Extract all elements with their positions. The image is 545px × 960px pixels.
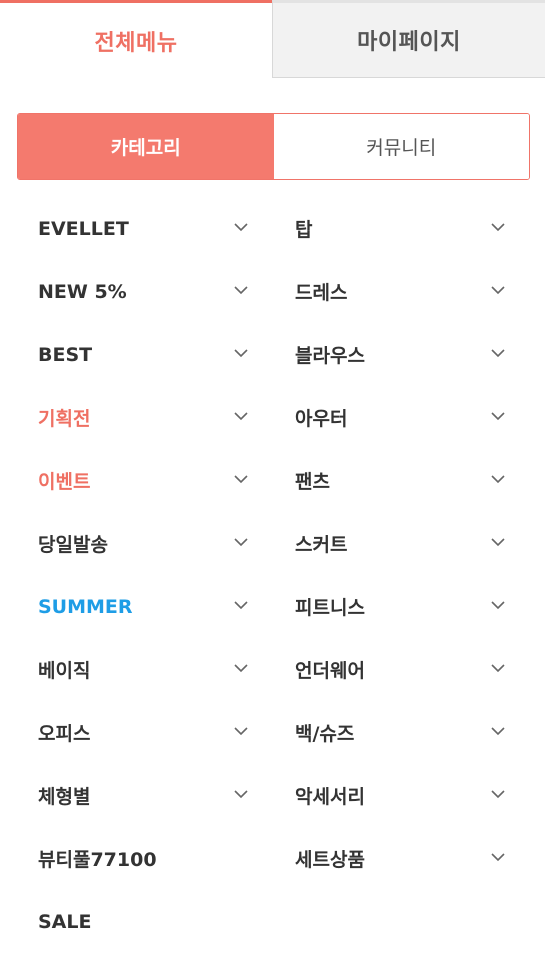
menu-row: 베이직 언더웨어 xyxy=(0,638,545,701)
menu-item-label: 이벤트 xyxy=(38,471,91,493)
menu-row: 기획전 아우터 xyxy=(0,386,545,449)
chevron-down-icon[interactable] xyxy=(490,347,506,359)
chevron-down-icon[interactable] xyxy=(490,725,506,737)
menu-item-right[interactable]: 피트니스 xyxy=(295,575,510,638)
community-button[interactable]: 커뮤니티 xyxy=(273,114,529,179)
chevron-down-icon[interactable] xyxy=(490,284,506,296)
menu-item-left[interactable]: 이벤트 xyxy=(38,449,253,512)
chevron-down-icon[interactable] xyxy=(490,536,506,548)
menu-item-label: 세트상품 xyxy=(295,849,365,871)
menu-row: SUMMER 피트니스 xyxy=(0,575,545,638)
menu-row: NEW 5% 드레스 xyxy=(0,260,545,323)
chevron-down-icon[interactable] xyxy=(233,725,249,737)
menu-item-label: 블라우스 xyxy=(295,345,365,367)
menu-row: 오피스 백/슈즈 xyxy=(0,701,545,764)
menu-item-label: 뷰티풀77100 xyxy=(38,849,157,871)
menu-item-right[interactable]: 아우터 xyxy=(295,386,510,449)
chevron-down-icon[interactable] xyxy=(233,536,249,548)
menu-item-left[interactable]: 당일발송 xyxy=(38,512,253,575)
menu-item-right[interactable]: 팬츠 xyxy=(295,449,510,512)
category-community-switch: 카테고리 커뮤니티 xyxy=(17,113,530,180)
menu-item-label: 체형별 xyxy=(38,786,91,808)
menu-item-right[interactable]: 악세서리 xyxy=(295,764,510,827)
chevron-down-icon[interactable] xyxy=(490,788,506,800)
menu-item-label: SUMMER xyxy=(38,595,133,618)
menu-item-left[interactable]: 오피스 xyxy=(38,701,253,764)
menu-item-left[interactable]: 체형별 xyxy=(38,764,253,827)
menu-row: 이벤트 팬츠 xyxy=(0,449,545,512)
menu-item-right[interactable]: 백/슈즈 xyxy=(295,701,510,764)
menu-item-label: 탑 xyxy=(295,219,313,241)
menu-item-label: 백/슈즈 xyxy=(295,723,355,745)
menu-item-right[interactable]: 블라우스 xyxy=(295,323,510,386)
chevron-down-icon[interactable] xyxy=(233,347,249,359)
menu-item-left[interactable]: SUMMER xyxy=(38,575,253,638)
menu-item-right[interactable]: 스커트 xyxy=(295,512,510,575)
chevron-down-icon[interactable] xyxy=(490,662,506,674)
menu-row: 당일발송 스커트 xyxy=(0,512,545,575)
chevron-down-icon[interactable] xyxy=(233,410,249,422)
menu-item-left[interactable]: SALE xyxy=(38,890,253,953)
menu-item-label: 베이직 xyxy=(38,660,91,682)
menu-row: BEST 블라우스 xyxy=(0,323,545,386)
chevron-down-icon[interactable] xyxy=(490,221,506,233)
menu-item-left[interactable]: 뷰티풀77100 xyxy=(38,827,253,890)
menu-item-right[interactable]: 세트상품 xyxy=(295,827,510,890)
tab-my-page[interactable]: 마이페이지 xyxy=(272,0,545,78)
menu-row: EVELLET 탑 xyxy=(0,197,545,260)
chevron-down-icon[interactable] xyxy=(490,851,506,863)
menu-item-right[interactable]: 언더웨어 xyxy=(295,638,510,701)
menu-item-label: SALE xyxy=(38,910,92,933)
menu-item-left[interactable]: BEST xyxy=(38,323,253,386)
menu-item-label: EVELLET xyxy=(38,217,129,240)
chevron-down-icon[interactable] xyxy=(490,473,506,485)
chevron-down-icon[interactable] xyxy=(233,284,249,296)
menu-row: SALE xyxy=(0,890,545,953)
menu-item-label: 기획전 xyxy=(38,408,91,430)
menu-item-right[interactable]: 탑 xyxy=(295,197,510,260)
menu-item-left[interactable]: NEW 5% xyxy=(38,260,253,323)
menu-row: 뷰티풀77100 세트상품 xyxy=(0,827,545,890)
menu-item-left[interactable]: 베이직 xyxy=(38,638,253,701)
menu-item-left[interactable]: EVELLET xyxy=(38,197,253,260)
menu-item-label: 스커트 xyxy=(295,534,348,556)
chevron-down-icon[interactable] xyxy=(490,410,506,422)
chevron-down-icon[interactable] xyxy=(233,662,249,674)
menu-item-label: 드레스 xyxy=(295,282,348,304)
menu-item-label: NEW 5% xyxy=(38,280,127,303)
menu-row: 체형별 악세서리 xyxy=(0,764,545,827)
menu-item-label: 아우터 xyxy=(295,408,348,430)
menu-item-label: 언더웨어 xyxy=(295,660,365,682)
chevron-down-icon[interactable] xyxy=(233,788,249,800)
chevron-down-icon[interactable] xyxy=(233,599,249,611)
menu-item-left[interactable]: 기획전 xyxy=(38,386,253,449)
chevron-down-icon[interactable] xyxy=(233,221,249,233)
menu-item-right[interactable]: 드레스 xyxy=(295,260,510,323)
chevron-down-icon[interactable] xyxy=(490,599,506,611)
top-tab-bar: 전체메뉴 마이페이지 xyxy=(0,0,545,78)
menu-item-label: 당일발송 xyxy=(38,534,108,556)
tab-all-menu[interactable]: 전체메뉴 xyxy=(0,0,272,78)
chevron-down-icon[interactable] xyxy=(233,473,249,485)
menu-item-label: 오피스 xyxy=(38,723,91,745)
menu-item-label: BEST xyxy=(38,343,93,366)
menu-item-label: 팬츠 xyxy=(295,471,330,493)
menu-item-label: 악세서리 xyxy=(295,786,365,808)
menu-item-label: 피트니스 xyxy=(295,597,365,619)
category-button[interactable]: 카테고리 xyxy=(18,114,274,179)
